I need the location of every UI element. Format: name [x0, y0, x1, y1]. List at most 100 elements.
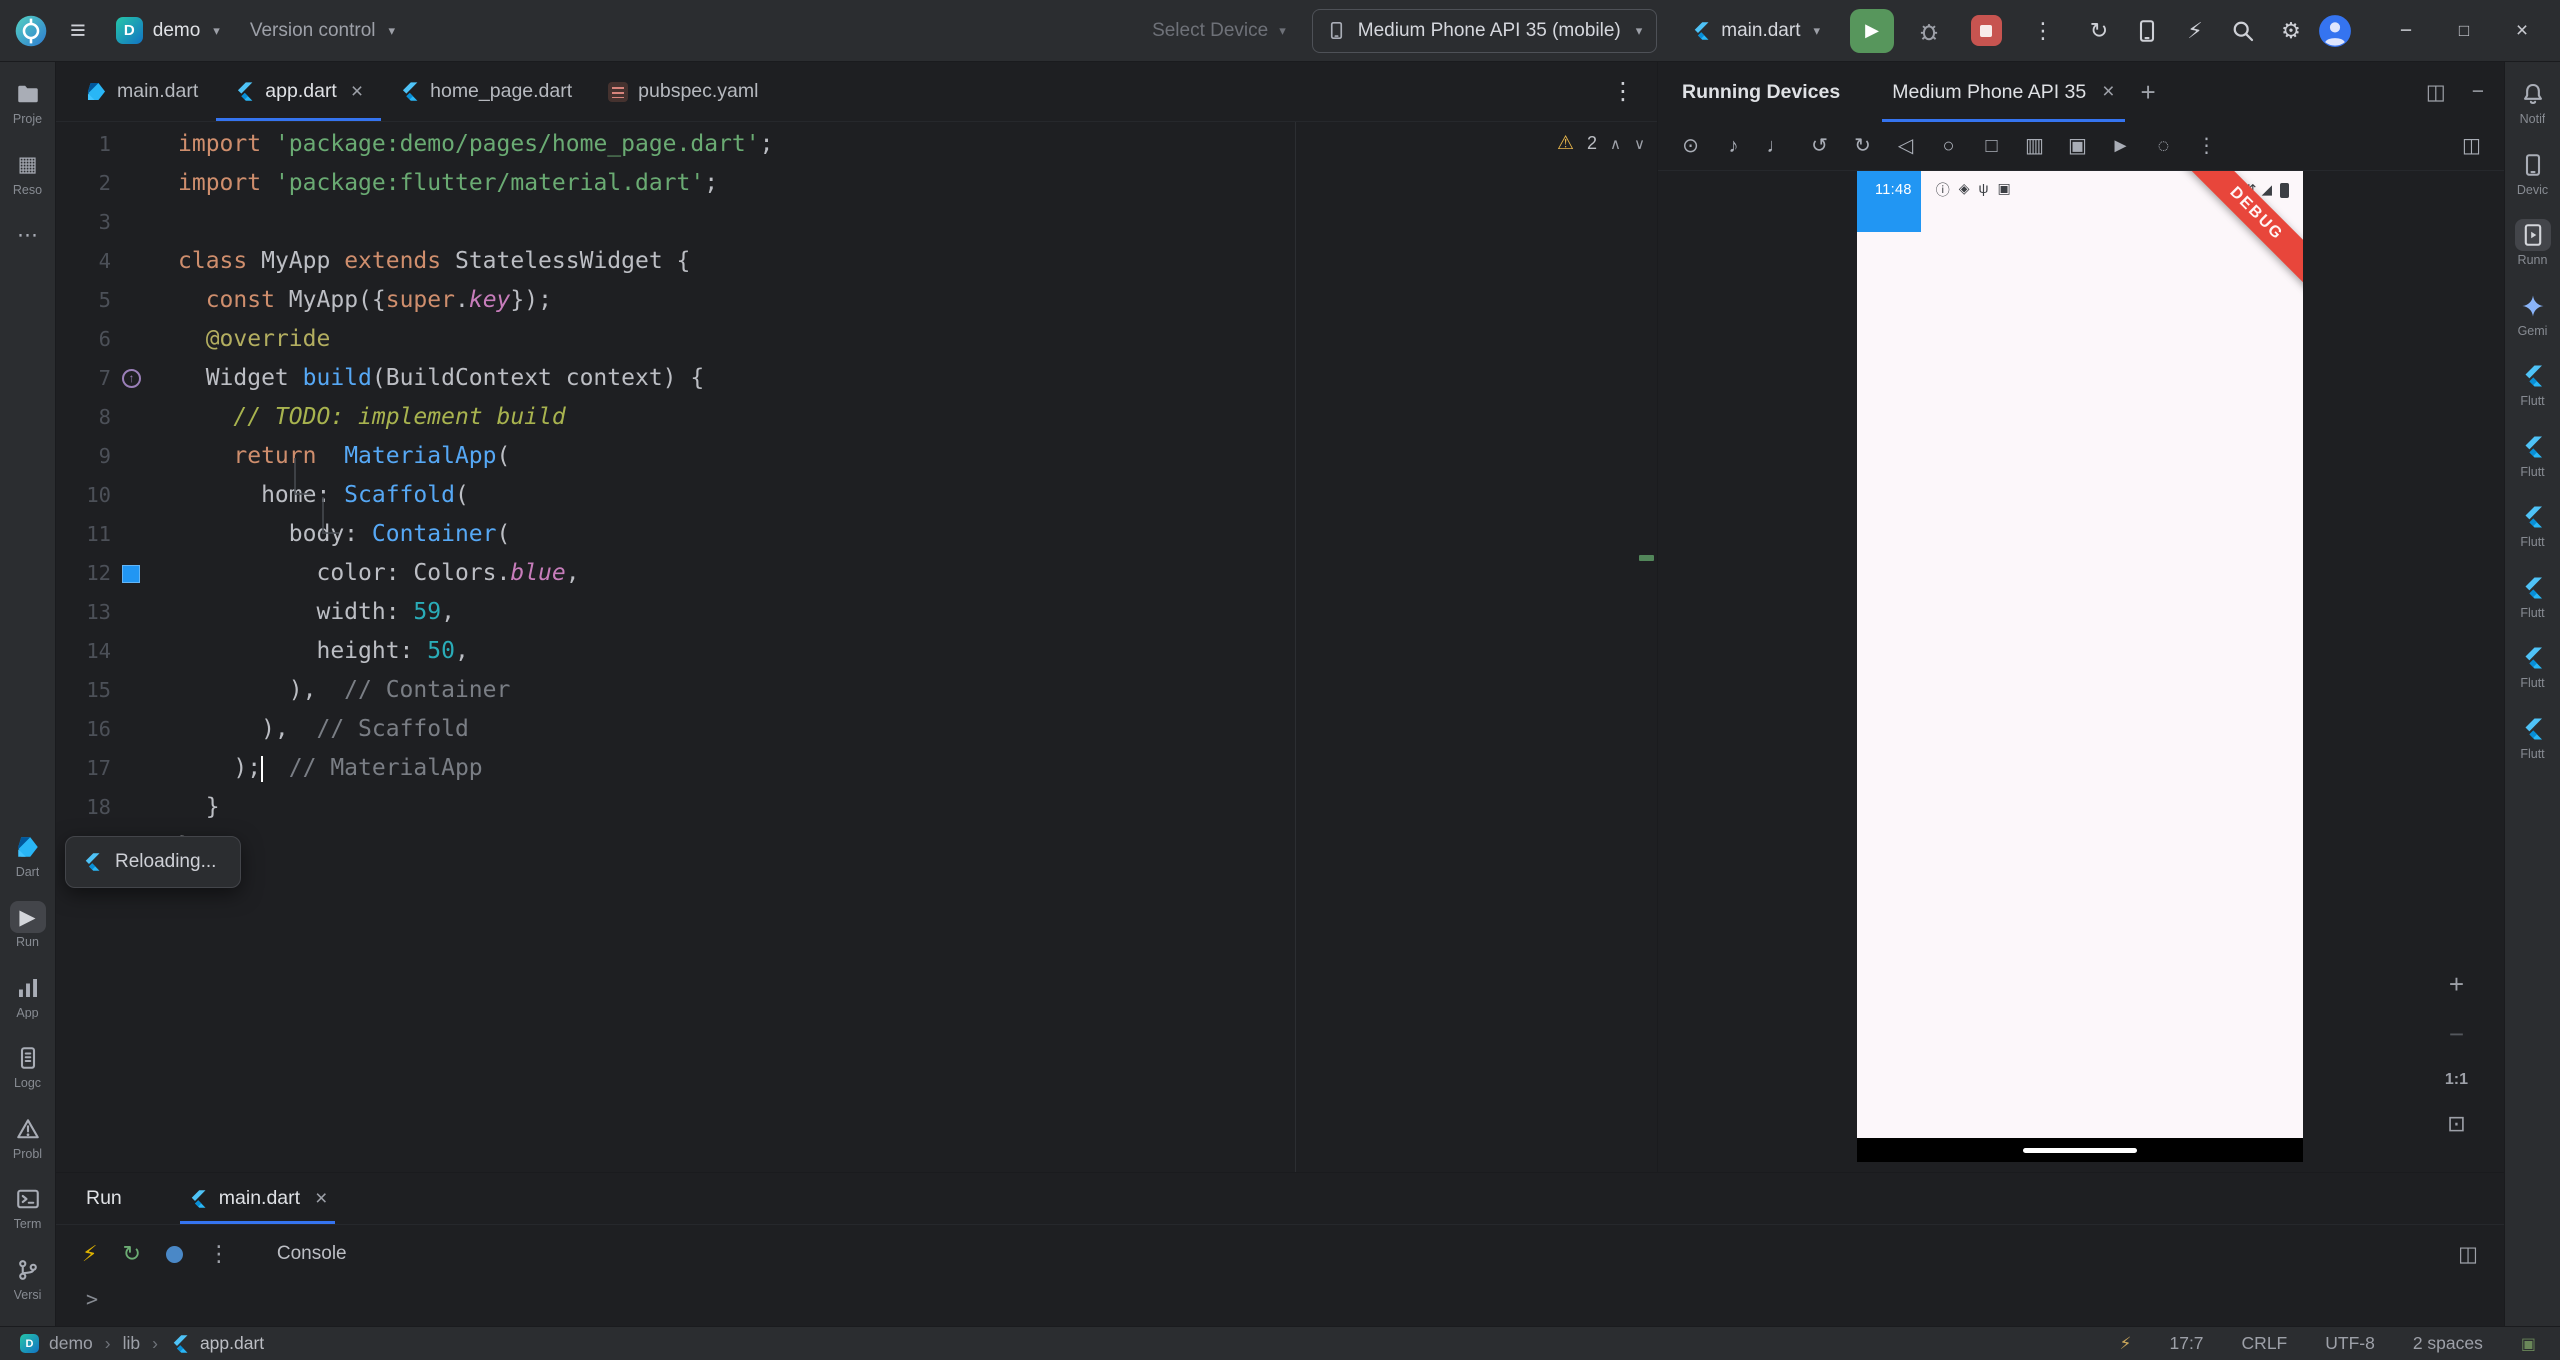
tab-options-icon[interactable]: ⋮ — [1589, 77, 1657, 106]
hot-reload-icon[interactable]: ⚡ — [82, 1243, 97, 1265]
indent-style[interactable]: 2 spaces — [2413, 1333, 2483, 1354]
toolwindow-more-tool-windows[interactable]: ⋯ — [0, 213, 55, 257]
toolwindow-flutter-coverage[interactable]: Flutt — [2505, 566, 2560, 626]
user-avatar[interactable] — [2318, 14, 2352, 48]
code-line-17[interactable]: 17 ); // MaterialApp — [56, 749, 1657, 788]
maximize-button[interactable]: □ — [2442, 9, 2486, 53]
toolwindow-version-control[interactable]: Versi — [0, 1248, 55, 1308]
screen-record-icon[interactable]: ► — [2108, 136, 2133, 156]
zoom-ratio[interactable]: 1:1 — [2445, 1071, 2468, 1089]
line-separator[interactable]: CRLF — [2242, 1333, 2288, 1354]
code-line-18[interactable]: 18 } — [56, 788, 1657, 827]
line-number[interactable]: 14 — [56, 632, 111, 671]
caret-position[interactable]: 17:7 — [2169, 1333, 2203, 1354]
more-actions-icon[interactable]: ⋮ — [2022, 10, 2064, 52]
zoom-out-icon[interactable]: − — [2449, 1021, 2464, 1047]
code-line-16[interactable]: 16 ), // Scaffold — [56, 710, 1657, 749]
line-number[interactable]: 4 — [56, 242, 111, 281]
tab-main.dart[interactable]: main.dart — [68, 62, 216, 121]
rotate-right-icon[interactable]: ↻ — [1850, 136, 1875, 156]
breadcrumb-file[interactable]: app.dart — [200, 1333, 264, 1354]
search-icon[interactable] — [2222, 10, 2264, 52]
code-line-1[interactable]: 1 import 'package:demo/pages/home_page.da… — [56, 125, 1657, 164]
zoom-in-icon[interactable]: + — [2449, 971, 2464, 997]
tab-app.dart[interactable]: app.dart × — [216, 62, 382, 121]
toolwindow-terminal[interactable]: Term — [0, 1177, 55, 1237]
layout-settings-icon[interactable]: ◫ — [2458, 1242, 2478, 1267]
home-icon[interactable]: ○ — [1936, 136, 1961, 156]
toolwindow-app-quality-insights[interactable]: App — [0, 966, 55, 1026]
toolwindow-device-manager[interactable]: Devic — [2505, 143, 2560, 203]
device-selector-dropdown[interactable]: Medium Phone API 35 (mobile) ▾ — [1311, 8, 1658, 53]
line-number[interactable]: 7 — [56, 359, 111, 398]
toolwindow-running-devices[interactable]: Runn — [2505, 213, 2560, 273]
console-output[interactable]: > — [56, 1283, 2504, 1326]
screenshot-icon[interactable]: ▣ — [2065, 136, 2090, 156]
hide-panel-icon[interactable]: − — [2472, 80, 2484, 105]
add-device-button[interactable]: + — [2125, 77, 2172, 108]
profiler-icon[interactable]: ⚡ — [2174, 10, 2216, 52]
line-number[interactable]: 17 — [56, 749, 111, 788]
toolwindow-notifications[interactable]: Notif — [2505, 72, 2560, 132]
vcs-widget[interactable]: Version control ▾ — [242, 14, 403, 48]
fold-icon[interactable]: ▥ — [2022, 136, 2047, 156]
toolwindow-flutter-extra-1[interactable]: Flutt — [2505, 636, 2560, 696]
close-tab-icon[interactable]: × — [315, 1187, 327, 1211]
toolwindow-project[interactable]: Proje — [0, 72, 55, 132]
toolwindow-problems[interactable]: Probl — [0, 1107, 55, 1167]
code-line-12[interactable]: 12 color: Colors.blue, — [56, 554, 1657, 593]
volume-down-icon[interactable]: ♩ — [1764, 136, 1789, 156]
line-number[interactable]: 3 — [56, 203, 111, 242]
rotate-left-icon[interactable]: ↺ — [1807, 136, 1832, 156]
line-number[interactable]: 2 — [56, 164, 111, 203]
more-icon[interactable]: ⋮ — [208, 1243, 230, 1265]
line-number[interactable]: 18 — [56, 788, 111, 827]
code-line-3[interactable]: 3 — [56, 203, 1657, 242]
toolwindow-logcat[interactable]: Logc — [0, 1036, 55, 1096]
console-tab[interactable]: Console — [277, 1243, 347, 1265]
more-icon[interactable]: ⋮ — [2194, 136, 2219, 156]
display-mode-icon[interactable]: ◫ — [2459, 136, 2484, 156]
code-line-19[interactable]: 19} — [56, 827, 1657, 866]
code-line-7[interactable]: 7 ↑ Widget build(BuildContext context) { — [56, 359, 1657, 398]
code-line-15[interactable]: 15 ), // Container — [56, 671, 1657, 710]
hot-reload-indicator-icon[interactable]: ⚡ — [2120, 1334, 2132, 1354]
file-encoding[interactable]: UTF-8 — [2325, 1333, 2375, 1354]
toolwindow-flutter-extra-2[interactable]: Flutt — [2505, 707, 2560, 767]
line-number[interactable]: 10 — [56, 476, 111, 515]
code-line-2[interactable]: 2 import 'package:flutter/material.dart'; — [56, 164, 1657, 203]
breadcrumb-folder[interactable]: lib — [123, 1333, 141, 1354]
overview-icon[interactable]: □ — [1979, 136, 2004, 156]
inspections-widget[interactable]: ⚠ 2 ∧ ∨ — [1557, 132, 1645, 155]
window-layout-icon[interactable]: ◫ — [2426, 80, 2446, 105]
toolwindow-flutter-outline[interactable]: Flutt — [2505, 354, 2560, 414]
line-number[interactable]: 11 — [56, 515, 111, 554]
toolwindow-flutter-performance[interactable]: Flutt — [2505, 495, 2560, 555]
line-number[interactable]: 6 — [56, 320, 111, 359]
tab-pubspec.yaml[interactable]: pubspec.yaml — [590, 62, 776, 121]
toolwindow-run[interactable]: ▶ Run — [0, 895, 55, 955]
device-tab[interactable]: Medium Phone API 35 × — [1882, 62, 2125, 122]
open-devtools-icon[interactable] — [165, 1245, 183, 1263]
select-device-dropdown[interactable]: Select Device ▾ — [1152, 20, 1286, 42]
status-widget-icon[interactable]: ▣ — [2521, 1334, 2536, 1354]
line-number[interactable]: 15 — [56, 671, 111, 710]
main-menu-icon[interactable]: ≡ — [62, 15, 94, 46]
code-line-4[interactable]: 4 class MyApp extends StatelessWidget { — [56, 242, 1657, 281]
project-switcher[interactable]: D demo ▾ — [108, 11, 228, 50]
close-tab-icon[interactable]: × — [351, 80, 363, 104]
line-number[interactable]: 1 — [56, 125, 111, 164]
gradle-sync-icon[interactable]: ↻ — [2078, 10, 2120, 52]
minimize-button[interactable]: − — [2384, 9, 2428, 53]
tab-home_page.dart[interactable]: home_page.dart — [381, 62, 590, 121]
toolwindow-resource-manager[interactable]: ▦ Reso — [0, 143, 55, 203]
gesture-nav-bar[interactable] — [1857, 1138, 2303, 1162]
fit-screen-icon[interactable]: ⊡ — [2447, 1113, 2465, 1135]
hot-restart-icon[interactable]: ↻ — [122, 1243, 140, 1265]
close-button[interactable]: × — [2500, 9, 2544, 53]
code-line-11[interactable]: 11 body: Container( — [56, 515, 1657, 554]
code-line-13[interactable]: 13 width: 59, — [56, 593, 1657, 632]
toolwindow-flutter-inspector[interactable]: Flutt — [2505, 425, 2560, 485]
line-number[interactable]: 8 — [56, 398, 111, 437]
toolwindow-gemini[interactable]: Gemi — [2505, 284, 2560, 344]
